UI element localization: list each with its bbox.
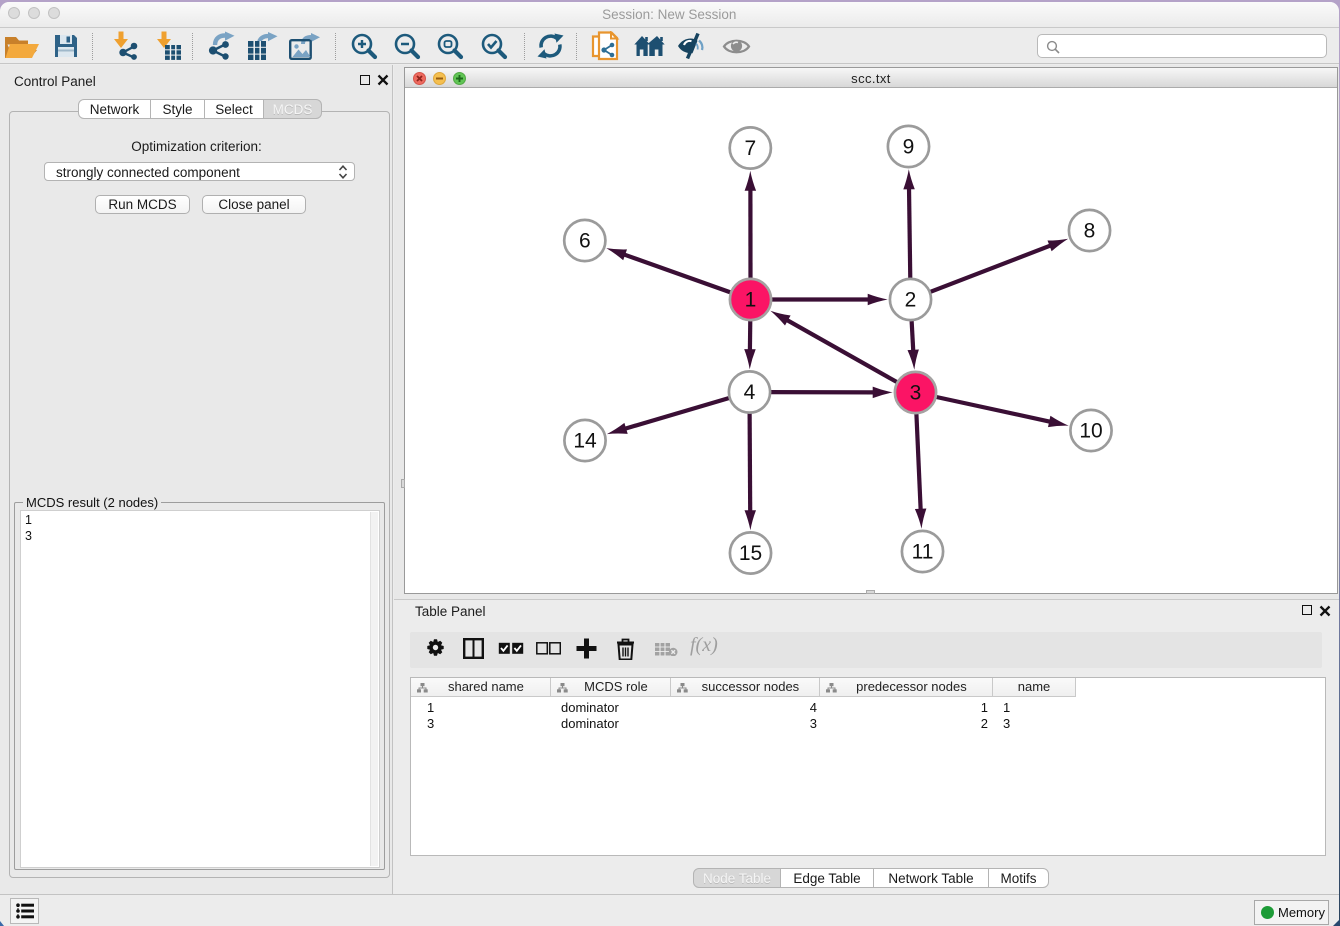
svg-text:7: 7 <box>744 137 756 160</box>
svg-text:8: 8 <box>1084 220 1096 243</box>
svg-text:10: 10 <box>1079 420 1102 443</box>
svg-text:4: 4 <box>744 381 756 404</box>
svg-text:1: 1 <box>745 289 757 312</box>
svg-text:6: 6 <box>579 230 591 253</box>
svg-text:3: 3 <box>910 382 922 405</box>
svg-text:14: 14 <box>573 430 597 453</box>
svg-text:15: 15 <box>739 542 762 565</box>
svg-text:9: 9 <box>903 136 915 159</box>
svg-text:2: 2 <box>905 289 917 312</box>
svg-text:11: 11 <box>912 541 934 564</box>
